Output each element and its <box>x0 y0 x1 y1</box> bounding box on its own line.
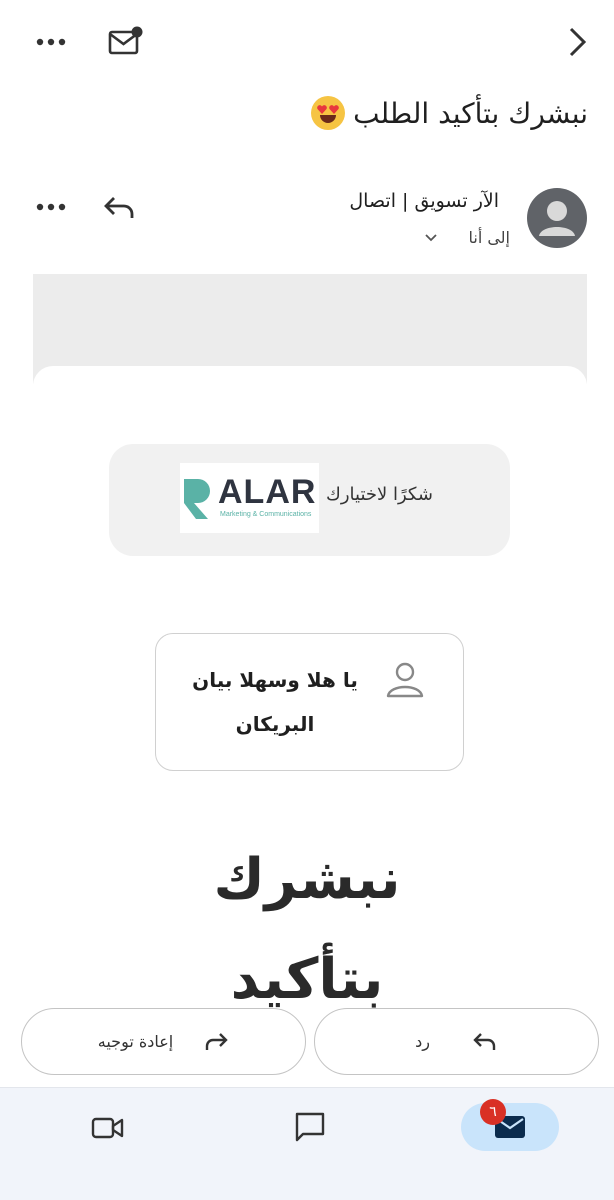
headline: نبشرك بتأكيد <box>0 830 614 1030</box>
reply-button[interactable]: رد <box>314 1008 599 1075</box>
more-options-icon[interactable] <box>34 28 68 56</box>
alar-logo: ALAR Marketing & Communications <box>180 463 319 533</box>
recipient-line[interactable]: إلى أنا <box>468 228 510 247</box>
mark-unread-icon[interactable] <box>106 24 144 58</box>
recipient-text: إلى أنا <box>468 228 510 247</box>
chevron-down-icon[interactable] <box>424 230 438 249</box>
sender-name[interactable]: الآر تسويق | اتصال <box>349 190 499 212</box>
sender-avatar[interactable] <box>527 188 587 248</box>
email-subject: نبشرك بتأكيد الطلب <box>28 96 588 130</box>
forward-button[interactable]: إعادة توجيه <box>21 1008 306 1075</box>
forward-label: إعادة توجيه <box>97 1032 174 1051</box>
meet-video-icon[interactable] <box>88 1110 128 1146</box>
reply-arrow-icon <box>473 1032 496 1050</box>
subject-text: نبشرك بتأكيد الطلب <box>353 96 588 130</box>
headline-line-1: نبشرك <box>213 847 401 912</box>
forward-arrow-icon <box>206 1032 228 1050</box>
back-chevron-icon[interactable] <box>562 26 592 58</box>
sender-more-icon[interactable] <box>34 196 68 218</box>
user-icon <box>383 660 427 704</box>
logo-tagline: Marketing & Communications <box>220 511 312 518</box>
thanks-text: شكرًا لاختيارك <box>326 484 433 505</box>
top-bar <box>0 0 614 84</box>
reply-icon[interactable] <box>100 190 138 224</box>
greeting-text: يا هلا وسهلا بيان البريكان <box>192 668 358 736</box>
chat-icon[interactable] <box>290 1108 330 1146</box>
mail-unread-badge: ٦ <box>480 1099 506 1125</box>
logo-word: ALAR <box>218 473 317 511</box>
heart-eyes-emoji-icon <box>311 96 346 130</box>
reply-label: رد <box>415 1032 430 1051</box>
alar-logo-mark-icon <box>184 479 210 519</box>
